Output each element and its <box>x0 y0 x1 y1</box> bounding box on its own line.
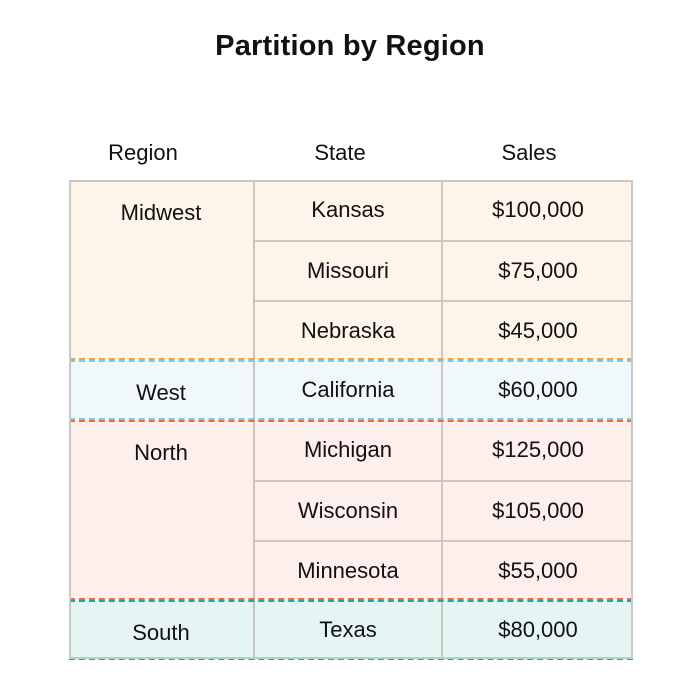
sales-cell: $125,000 <box>492 437 584 462</box>
sales-cell: $80,000 <box>498 617 578 642</box>
table-row: California $60,000 <box>255 360 633 420</box>
sales-cell: $60,000 <box>498 377 578 402</box>
state-cell: Minnesota <box>255 542 443 600</box>
table-row: Minnesota $55,000 <box>255 540 633 600</box>
partition-group-midwest: Midwest Kansas $100,000 Missouri $75,000 Nebr… <box>69 180 633 360</box>
state-cell: Texas <box>255 600 443 660</box>
sales-cell: $75,000 <box>498 258 578 283</box>
region-label: South <box>132 620 190 645</box>
sales-cell: $100,000 <box>492 197 584 222</box>
state-cell: Nebraska <box>255 302 443 360</box>
partition-group-north: North Michigan $125,000 Wisconsin $105,000 Mi… <box>69 420 633 600</box>
state-cell: Kansas <box>255 180 443 240</box>
region-label: North <box>134 440 188 465</box>
region-cell: Midwest <box>69 180 255 360</box>
state-cell: California <box>255 360 443 420</box>
table-row: Kansas $100,000 <box>255 180 633 240</box>
region-cell: South <box>69 600 255 660</box>
table-row: Texas $80,000 <box>255 600 633 660</box>
sales-cell: $55,000 <box>498 558 578 583</box>
region-cell: North <box>69 420 255 600</box>
sales-cell: $45,000 <box>498 318 578 343</box>
table-row: Michigan $125,000 <box>255 420 633 480</box>
column-header-state: State <box>314 140 366 165</box>
table-row: Wisconsin $105,000 <box>255 480 633 540</box>
sales-cell: $105,000 <box>492 498 584 523</box>
column-header-region: Region <box>108 140 178 165</box>
region-label: West <box>136 380 186 405</box>
region-cell: West <box>69 360 255 420</box>
diagram-title: Partition by Region <box>215 30 485 62</box>
table-row: Missouri $75,000 <box>255 240 633 300</box>
table-row: Nebraska $45,000 <box>255 300 633 360</box>
state-cell: Michigan <box>255 420 443 480</box>
state-cell: Wisconsin <box>255 482 443 540</box>
partition-table: Midwest Kansas $100,000 Missouri $75,000 Nebr… <box>69 180 633 660</box>
column-header-sales: Sales <box>501 140 557 165</box>
state-cell: Missouri <box>255 242 443 300</box>
partition-group-west: West California $60,000 <box>69 360 633 420</box>
region-label: Midwest <box>120 200 202 225</box>
partition-group-south: South Texas $80,000 <box>69 600 633 660</box>
